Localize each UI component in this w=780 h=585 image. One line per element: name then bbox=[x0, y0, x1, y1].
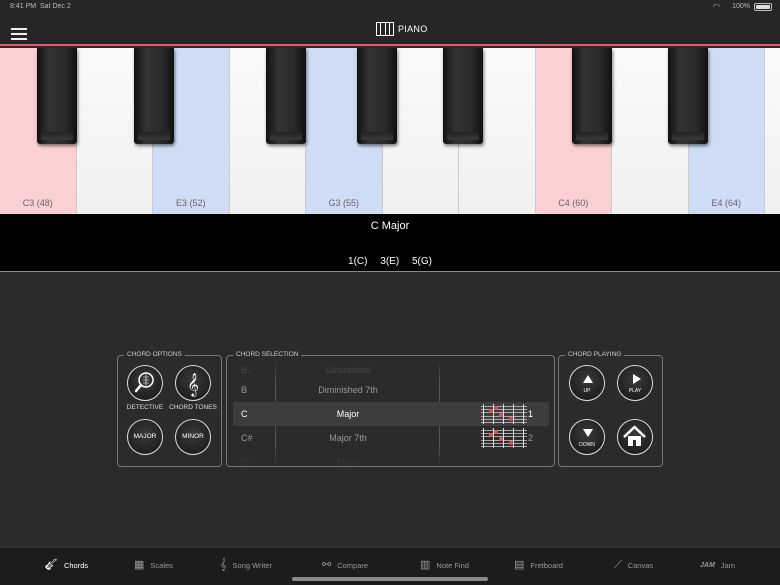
chord-tone: 5(G) bbox=[411, 256, 432, 267]
chord-row[interactable]: C# Major 7th 2 bbox=[233, 426, 549, 450]
chord-quality: Major 7th bbox=[329, 433, 367, 443]
panel-legend: CHORD PLAYING bbox=[565, 351, 625, 358]
chord-name: C Major bbox=[370, 220, 410, 232]
home-button[interactable] bbox=[617, 419, 653, 455]
voicing-number: 1 bbox=[528, 409, 534, 419]
chord-display: C Major 1(C) 3(E) 5(G) bbox=[0, 214, 780, 272]
grid-icon: ▦ bbox=[134, 558, 145, 571]
piano-keyboard[interactable]: C3 (48) E3 (52) G3 (55) C4 (60) E4 (64) bbox=[0, 48, 780, 214]
chord-tones-label: CHORD TONES bbox=[169, 404, 217, 411]
brush-icon: ⟋ bbox=[614, 558, 622, 571]
major-label: MAJOR bbox=[133, 433, 157, 440]
black-key[interactable] bbox=[668, 48, 708, 144]
battery-icon bbox=[754, 3, 772, 11]
chord-tone: 3(E) bbox=[380, 256, 400, 267]
fretboard-icon: ▤ bbox=[514, 558, 525, 571]
status-date: Sat Dec 2 bbox=[40, 3, 71, 10]
black-key[interactable] bbox=[37, 48, 77, 144]
panel-legend: CHORD SELECTION bbox=[233, 351, 302, 358]
black-key[interactable] bbox=[357, 48, 397, 144]
chord-row[interactable]: D♭ Minor bbox=[233, 450, 549, 466]
voicing-number: 2 bbox=[528, 433, 534, 443]
key-label: E3 (52) bbox=[175, 198, 206, 208]
chord-quality: Diminished 7th bbox=[318, 385, 378, 395]
wifi-icon: ◠ bbox=[713, 2, 720, 11]
black-key[interactable] bbox=[266, 48, 306, 144]
chord-playing-panel: CHORD PLAYING UP PLAY DOWN bbox=[558, 351, 663, 467]
up-button[interactable]: UP bbox=[569, 365, 605, 401]
key-label: C3 (48) bbox=[22, 198, 53, 208]
treble-clef-icon: 𝄞 bbox=[187, 372, 199, 396]
page-title: PIANO bbox=[398, 24, 428, 34]
jam-icon: JAM bbox=[700, 561, 715, 569]
tab-label: Canvas bbox=[627, 560, 654, 570]
major-button[interactable]: MAJOR bbox=[127, 419, 163, 455]
chord-picker[interactable]: B♭ Diminished B Diminished 7th C Major 1 C# Majo… bbox=[233, 360, 549, 466]
battery-percent: 100% bbox=[732, 3, 750, 10]
home-indicator bbox=[292, 577, 488, 581]
fretboard-diagram-icon bbox=[481, 428, 527, 448]
tab-label: Note Find bbox=[436, 560, 469, 570]
down-button[interactable]: DOWN bbox=[569, 419, 605, 455]
play-button[interactable]: PLAY bbox=[617, 365, 653, 401]
tab-song-writer[interactable]: 𝄞 Song Writer bbox=[220, 556, 272, 574]
app-title-group: PIANO bbox=[376, 22, 428, 36]
key-label: C4 (60) bbox=[558, 198, 589, 208]
chord-tones-button[interactable]: 𝄞 bbox=[175, 365, 211, 401]
hamburger-menu-icon[interactable] bbox=[11, 28, 27, 40]
play-label: PLAY bbox=[628, 388, 642, 394]
piano-icon bbox=[376, 22, 394, 36]
minor-label: MINOR bbox=[182, 433, 204, 440]
tab-fretboard[interactable]: ▤ Fretboard bbox=[514, 556, 563, 574]
panel-legend: CHORD OPTIONS bbox=[124, 351, 185, 358]
key-label: E4 (64) bbox=[711, 198, 741, 208]
tab-chords[interactable]: 🎸︎ Chords bbox=[44, 556, 88, 574]
chord-row[interactable]: C Major 1 bbox=[233, 402, 549, 426]
minor-button[interactable]: MINOR bbox=[175, 419, 211, 455]
tab-label: Scales bbox=[150, 560, 173, 570]
chord-tone: 1(C) bbox=[348, 256, 368, 267]
key-label: G3 (55) bbox=[328, 198, 359, 208]
status-bar: 8:41 PM Sat Dec 2 ◠ 100% bbox=[0, 0, 780, 14]
black-key[interactable] bbox=[443, 48, 483, 144]
tab-label: Song Writer bbox=[232, 560, 272, 570]
tab-jam[interactable]: JAM Jam bbox=[700, 556, 735, 574]
tab-canvas[interactable]: ⟋ Canvas bbox=[614, 556, 653, 574]
chord-quality: Minor bbox=[336, 457, 360, 466]
header: PIANO bbox=[0, 14, 780, 46]
status-time: 8:41 PM bbox=[10, 3, 37, 10]
tab-label: Fretboard bbox=[530, 560, 563, 570]
white-key[interactable] bbox=[765, 48, 780, 214]
tab-label: Jam bbox=[720, 560, 735, 570]
chord-row[interactable]: B Diminished 7th bbox=[233, 378, 549, 402]
guitar-icon: 🎸︎ bbox=[44, 558, 58, 571]
down-label: DOWN bbox=[579, 442, 595, 448]
chord-quality: Diminished bbox=[325, 365, 371, 375]
tab-label: Compare bbox=[337, 560, 369, 570]
fretboard-diagram-icon bbox=[481, 404, 527, 424]
chord-tones: 1(C) 3(E) 5(G) bbox=[0, 256, 780, 267]
keys-icon: ▥ bbox=[420, 558, 431, 571]
black-key[interactable] bbox=[572, 48, 612, 144]
black-key[interactable] bbox=[134, 48, 174, 144]
arrow-up-icon bbox=[583, 375, 593, 383]
tab-compare[interactable]: ⚯ Compare bbox=[322, 556, 368, 574]
play-icon bbox=[633, 374, 641, 384]
detective-button[interactable] bbox=[127, 365, 163, 401]
home-icon bbox=[623, 425, 646, 446]
treble-clef-icon: 𝄞 bbox=[220, 558, 227, 571]
chord-options-panel: CHORD OPTIONS DETECTIVE 𝄞 CHORD TONES MA… bbox=[117, 351, 222, 467]
tab-label: Chords bbox=[63, 560, 89, 570]
magnifier-icon bbox=[134, 372, 154, 393]
chord-quality: Major bbox=[336, 409, 360, 419]
tab-scales[interactable]: ▦ Scales bbox=[134, 556, 173, 574]
tab-note-find[interactable]: ▥ Note Find bbox=[420, 556, 469, 574]
arrow-down-icon bbox=[583, 429, 593, 437]
chord-selection-panel: CHORD SELECTION B♭ Diminished B Diminished … bbox=[226, 351, 555, 467]
compare-icon: ⚯ bbox=[322, 558, 332, 571]
up-label: UP bbox=[583, 388, 591, 394]
